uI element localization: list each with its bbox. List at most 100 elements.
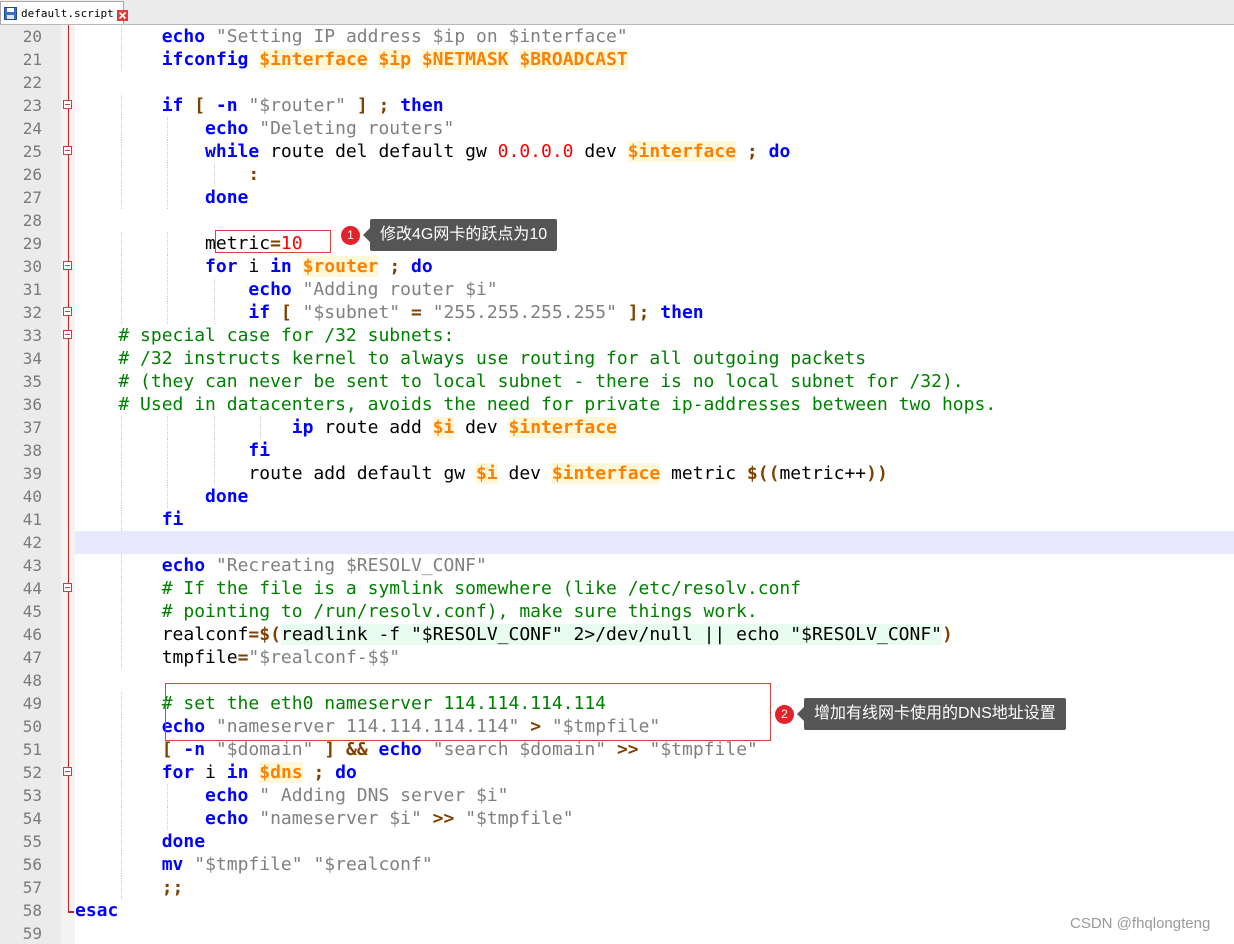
- fold-toggle-icon[interactable]: [63, 307, 72, 316]
- fold-toggle-icon[interactable]: [63, 261, 72, 270]
- code-line[interactable]: 39 route add default gw $i dev $interfac…: [0, 462, 1234, 485]
- code-line[interactable]: 23 if [ -n "$router" ] ; then: [0, 94, 1234, 117]
- indent-guide: [213, 462, 215, 485]
- code-line[interactable]: 27 done: [0, 186, 1234, 209]
- code-line[interactable]: 37 ip route add $i dev $interface: [0, 416, 1234, 439]
- code-line[interactable]: 24 echo "Deleting routers": [0, 117, 1234, 140]
- code-line[interactable]: 45 # pointing to /run/resolv.conf), make…: [0, 600, 1234, 623]
- code-text: tmpfile="$realconf-$$": [75, 646, 1234, 669]
- code-token: "255.255.255.255": [432, 302, 617, 323]
- code-text: esac: [75, 899, 1234, 922]
- code-text: ip route add $i dev $interface: [75, 416, 1234, 439]
- code-text: echo " Adding DNS server $i": [75, 784, 1234, 807]
- code-line[interactable]: 56 mv "$tmpfile" "$realconf": [0, 853, 1234, 876]
- code-line[interactable]: 38 fi: [0, 439, 1234, 462]
- code-text: # /32 instructs kernel to always use rou…: [75, 347, 1234, 370]
- code-token: ;;: [161, 877, 184, 898]
- code-editor[interactable]: 20 echo "Setting IP address $ip on $inte…: [0, 25, 1234, 944]
- code-line[interactable]: 31 echo "Adding router $i": [0, 278, 1234, 301]
- code-token: -n: [183, 739, 206, 760]
- code-line[interactable]: 44 # If the file is a symlink somewhere …: [0, 577, 1234, 600]
- code-token: =$(: [248, 624, 281, 645]
- code-line[interactable]: 34 # /32 instructs kernel to always use …: [0, 347, 1234, 370]
- code-line[interactable]: 33 # special case for /32 subnets:: [0, 324, 1234, 347]
- code-line[interactable]: 47 tmpfile="$realconf-$$": [0, 646, 1234, 669]
- code-line[interactable]: 52 for i in $dns ; do: [0, 761, 1234, 784]
- code-token: )): [866, 463, 888, 484]
- annotation-badge-2: 2: [775, 705, 794, 724]
- code-line[interactable]: 40 done: [0, 485, 1234, 508]
- close-icon[interactable]: [116, 8, 128, 21]
- code-token: $router: [302, 256, 379, 277]
- code-line[interactable]: 25 while route del default gw 0.0.0.0 de…: [0, 140, 1234, 163]
- code-line[interactable]: 20 echo "Setting IP address $ip on $inte…: [0, 25, 1234, 48]
- indent-guide: [121, 94, 123, 117]
- code-text: # Used in datacenters, avoids the need f…: [75, 393, 1234, 416]
- code-token: "$tmpfile": [194, 854, 303, 875]
- code-text: [ -n "$domain" ] && echo "search $domain…: [75, 738, 1234, 761]
- line-number: 36: [22, 395, 42, 414]
- code-token: then: [400, 95, 444, 116]
- code-line[interactable]: 32 if [ "$subnet" = "255.255.255.255" ];…: [0, 301, 1234, 324]
- code-text: done: [75, 830, 1234, 853]
- code-line[interactable]: 29 metric=10: [0, 232, 1234, 255]
- code-line[interactable]: 35 # (they can never be sent to local su…: [0, 370, 1234, 393]
- fold-toggle-icon[interactable]: [63, 583, 72, 592]
- code-line[interactable]: 43 echo "Recreating $RESOLV_CONF": [0, 554, 1234, 577]
- tab-default-script[interactable]: default.script: [0, 1, 128, 24]
- code-line[interactable]: 26 :: [0, 163, 1234, 186]
- code-line[interactable]: 28: [0, 209, 1234, 232]
- code-line[interactable]: 54 echo "nameserver $i" >> "$tmpfile": [0, 807, 1234, 830]
- indent-guide: [121, 623, 123, 646]
- indent-guide: [167, 117, 169, 140]
- code-text: if [ "$subnet" = "255.255.255.255" ]; th…: [75, 301, 1234, 324]
- code-line[interactable]: 57 ;;: [0, 876, 1234, 899]
- fold-toggle-icon[interactable]: [63, 100, 72, 109]
- code-line[interactable]: 59: [0, 922, 1234, 944]
- code-line[interactable]: 21 ifconfig $interface $ip $NETMASK $BRO…: [0, 48, 1234, 71]
- code-line[interactable]: 46 realconf=$(readlink -f "$RESOLV_CONF"…: [0, 623, 1234, 646]
- code-token: for: [161, 762, 195, 783]
- indent-guide: [121, 25, 123, 48]
- code-line[interactable]: 30 for i in $router ; do: [0, 255, 1234, 278]
- indent-guide: [121, 761, 123, 784]
- code-line[interactable]: 58 esac: [0, 899, 1234, 922]
- code-line[interactable]: 53 echo " Adding DNS server $i": [0, 784, 1234, 807]
- code-token: then: [660, 302, 704, 323]
- code-line[interactable]: 42: [0, 531, 1234, 554]
- code-line[interactable]: 41 fi: [0, 508, 1234, 531]
- indent-guide: [121, 715, 123, 738]
- code-line[interactable]: 22: [0, 71, 1234, 94]
- fold-toggle-icon[interactable]: [63, 330, 72, 339]
- floppy-disk-icon: [4, 6, 17, 20]
- fold-toggle-icon[interactable]: [63, 767, 72, 776]
- line-number: 53: [22, 786, 42, 805]
- code-token: i: [194, 762, 227, 783]
- code-token: "$subnet": [302, 302, 401, 323]
- code-token: fi: [161, 509, 184, 530]
- annotation-box-metric: [215, 230, 331, 253]
- annotation-callout-2: 增加有线网卡使用的DNS地址设置: [797, 698, 1066, 730]
- fold-toggle-icon[interactable]: [63, 146, 72, 155]
- code-line[interactable]: 51 [ -n "$domain" ] && echo "search $dom…: [0, 738, 1234, 761]
- code-token: mv: [161, 854, 184, 875]
- watermark: CSDN @fhqlongteng: [1070, 915, 1211, 932]
- code-line[interactable]: 36 # Used in datacenters, avoids the nee…: [0, 393, 1234, 416]
- code-line[interactable]: 55 done: [0, 830, 1234, 853]
- code-token: for: [205, 256, 238, 277]
